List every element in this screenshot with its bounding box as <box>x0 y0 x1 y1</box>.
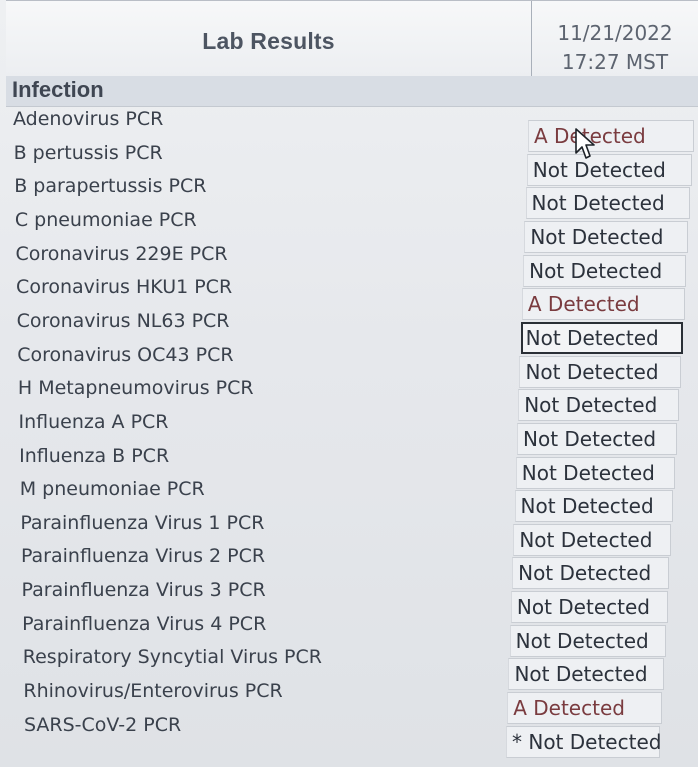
lab-test-name: H Metapneumovirus PCR <box>17 377 254 400</box>
result-time: 17:27 MST <box>561 50 669 74</box>
lab-test-name: Parainfluenza Virus 3 PCR <box>21 579 266 602</box>
lab-test-name: M pneumoniae PCR <box>19 478 205 501</box>
lab-test-name: Coronavirus HKU1 PCR <box>16 276 233 299</box>
table-row[interactable]: C pneumoniae PCR Not Detected <box>0 207 698 253</box>
lab-test-name: Coronavirus NL63 PCR <box>16 309 230 332</box>
lab-test-name: Respiratory Syncytial Virus PCR <box>22 646 322 669</box>
lab-test-name: Influenza A PCR <box>18 410 169 433</box>
section-header-infection[interactable]: Infection <box>6 76 698 107</box>
table-row[interactable]: Parainfluenza Virus 4 PCR Not Detected <box>0 611 698 657</box>
lab-test-name: Coronavirus 229E PCR <box>15 242 228 265</box>
lab-test-name: Parainfluenza Virus 2 PCR <box>20 545 266 568</box>
section-label: Infection <box>12 77 104 102</box>
table-row[interactable]: H Metapneumovirus PCR Not Detected <box>0 375 698 422</box>
lab-test-name: Adenovirus PCR <box>13 108 164 130</box>
lab-test-name: Parainfluenza Virus 1 PCR <box>20 511 265 534</box>
lab-test-name: Influenza B PCR <box>19 444 170 467</box>
table-row[interactable]: Coronavirus OC43 PCR Not Detected <box>0 342 698 388</box>
lab-results-screen: Lab Results 11/21/2022 17:27 MST Infecti… <box>0 0 698 767</box>
table-row[interactable]: M pneumoniae PCR Not Detected <box>0 476 698 523</box>
table-row[interactable]: Coronavirus NL63 PCR Not Detected <box>0 308 698 354</box>
lab-test-name: Rhinovirus/Enterovirus PCR <box>23 680 283 703</box>
result-datetime[interactable]: 11/21/2022 17:27 MST <box>532 1 698 77</box>
result-date: 11/21/2022 <box>557 21 673 45</box>
table-row[interactable]: Parainfluenza Virus 1 PCR Not Detected <box>0 510 698 556</box>
table-row[interactable]: Coronavirus HKU1 PCR A Detected <box>0 274 698 321</box>
lab-test-name: Parainfluenza Virus 4 PCR <box>22 612 267 635</box>
table-row[interactable]: Respiratory Syncytial Virus PCR Not Detec… <box>0 644 698 691</box>
page-title: Lab Results <box>202 27 335 54</box>
title-cell: Lab Results <box>6 1 532 77</box>
lab-test-name: B parapertussis PCR <box>14 175 207 198</box>
table-row[interactable]: Coronavirus 229E PCR Not Detected <box>0 241 698 287</box>
table-row[interactable]: Parainfluenza Virus 3 PCR Not Detected <box>0 577 698 624</box>
mouse-pointer-icon <box>575 128 595 159</box>
results-header: Lab Results 11/21/2022 17:27 MST <box>6 0 698 78</box>
lab-result-value[interactable]: * Not Detected <box>506 725 661 758</box>
table-row[interactable]: Influenza B PCR Not Detected <box>0 443 698 489</box>
lab-test-name: B pertussis PCR <box>13 141 163 164</box>
table-row[interactable]: Rhinovirus/Enterovirus PCR A Detected <box>0 678 698 725</box>
lab-test-name: SARS-CoV-2 PCR <box>24 713 182 736</box>
lab-test-name: Coronavirus OC43 PCR <box>17 343 234 366</box>
table-row[interactable]: Influenza A PCR Not Detected <box>0 409 698 455</box>
table-row[interactable]: SARS-CoV-2 PCR * Not Detected <box>0 712 698 758</box>
table-row[interactable]: B parapertussis PCR Not Detected <box>0 173 698 220</box>
table-row[interactable]: Parainfluenza Virus 2 PCR Not Detected <box>0 543 698 590</box>
lab-test-name: C pneumoniae PCR <box>14 208 197 231</box>
